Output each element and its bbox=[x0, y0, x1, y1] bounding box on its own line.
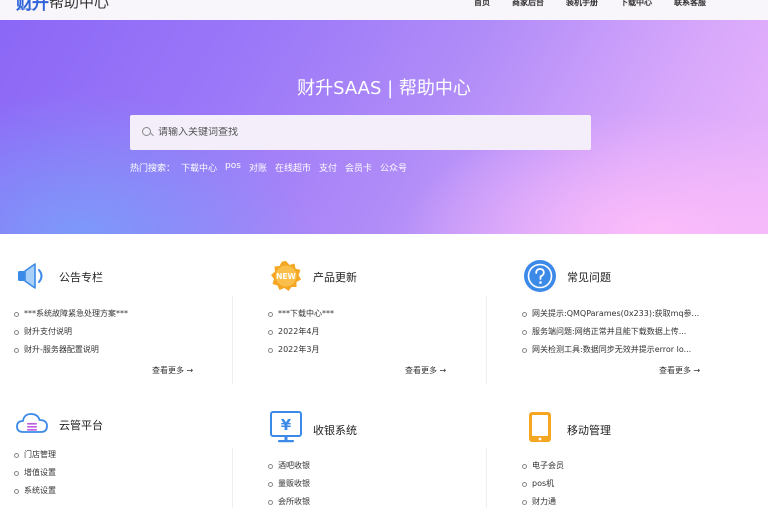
list-item[interactable]: 量贩收银 bbox=[268, 477, 473, 495]
hot-search-link[interactable]: pos bbox=[225, 161, 241, 174]
nav-download-center[interactable]: 下载中心 bbox=[620, 0, 652, 9]
cash-register-icon: ¥ bbox=[270, 411, 302, 443]
list-item[interactable]: 财升支付说明 bbox=[14, 325, 219, 343]
list-item[interactable]: 增值设置 bbox=[14, 466, 219, 484]
search-icon[interactable] bbox=[141, 126, 155, 140]
list-item[interactable]: 财升-服务器配置说明 bbox=[14, 343, 219, 361]
top-nav: 首页 商家后台 装机手册 下载中心 联系客服 bbox=[452, 0, 706, 9]
svg-text:¥: ¥ bbox=[281, 416, 292, 434]
list-item[interactable]: 门店管理 bbox=[14, 448, 219, 466]
section-title: 云管平台 bbox=[59, 419, 103, 432]
new-badge-icon: NEW bbox=[271, 261, 301, 291]
column-divider bbox=[486, 296, 487, 384]
hero-title: 财升SAAS | 帮助中心 bbox=[297, 78, 471, 99]
hot-search-link[interactable]: 支付 bbox=[319, 161, 337, 174]
section-list: 门店管理 增值设置 系统设置 bbox=[14, 448, 219, 502]
hot-search-link[interactable]: 会员卡 bbox=[345, 161, 372, 174]
view-more-link[interactable]: 查看更多 → bbox=[152, 365, 193, 376]
list-item[interactable]: 2022年3月 bbox=[268, 343, 473, 361]
svg-text:NEW: NEW bbox=[276, 272, 296, 281]
search-box[interactable] bbox=[130, 115, 591, 150]
site-logo[interactable]: 财升 CAISHENG 帮助中心 bbox=[16, 0, 110, 14]
list-item[interactable]: pos机 bbox=[522, 477, 707, 495]
view-more-label: 查看更多 bbox=[405, 366, 437, 375]
section-list: ***系统故障紧急处理方案*** 财升支付说明 财升-服务器配置说明 bbox=[14, 307, 219, 361]
tablet-icon bbox=[529, 412, 551, 442]
nav-install-manual[interactable]: 装机手册 bbox=[566, 0, 598, 9]
top-header: 财升 CAISHENG 帮助中心 首页 商家后台 装机手册 下载中心 联系客服 bbox=[0, 0, 768, 20]
list-item[interactable]: 会所收银 bbox=[268, 495, 473, 512]
section-list: 酒吧收银 量贩收银 会所收银 bbox=[268, 459, 473, 512]
view-more-label: 查看更多 bbox=[659, 366, 691, 375]
logo-subtext: CAISHENG bbox=[17, 7, 33, 11]
arrow-right-icon: → bbox=[186, 366, 194, 375]
hot-search-link[interactable]: 下载中心 bbox=[181, 161, 217, 174]
section-title: 移动管理 bbox=[567, 424, 611, 437]
nav-home[interactable]: 首页 bbox=[474, 0, 490, 9]
view-more-link[interactable]: 查看更多 → bbox=[659, 365, 700, 376]
hot-searches: 热门搜索： 下载中心 pos 对账 在线超市 支付 会员卡 公众号 bbox=[130, 161, 415, 174]
section-list: 网关提示:QMQParames(0x233):获取mq参... 服务端问题:网络… bbox=[522, 307, 707, 361]
list-item[interactable]: ***系统故障紧急处理方案*** bbox=[14, 307, 219, 325]
hot-search-link[interactable]: 对账 bbox=[249, 161, 267, 174]
column-divider bbox=[486, 448, 487, 508]
column-divider bbox=[232, 296, 233, 384]
section-title: 产品更新 bbox=[313, 271, 357, 284]
list-item[interactable]: 服务端问题:网络正常并且能下载数据上传... bbox=[522, 325, 707, 343]
list-item[interactable]: 2022年4月 bbox=[268, 325, 473, 343]
arrow-right-icon: → bbox=[439, 366, 447, 375]
column-divider bbox=[232, 448, 233, 508]
hot-search-link[interactable]: 公众号 bbox=[380, 161, 407, 174]
list-item[interactable]: 财力通 bbox=[522, 495, 707, 512]
view-more-link[interactable]: 查看更多 → bbox=[405, 365, 446, 376]
section-title: 收银系统 bbox=[313, 424, 357, 437]
section-list: ***下载中心*** 2022年4月 2022年3月 bbox=[268, 307, 473, 361]
view-more-label: 查看更多 bbox=[152, 366, 184, 375]
hot-search-label: 热门搜索： bbox=[130, 164, 176, 174]
speaker-icon bbox=[18, 263, 43, 289]
section-list: 电子会员 pos机 财力通 bbox=[522, 459, 707, 512]
logo-text: 帮助中心 bbox=[49, 0, 110, 11]
question-icon bbox=[524, 260, 556, 292]
hero-banner: 财升SAAS | 帮助中心 热门搜索： 下载中心 pos 对账 在线超市 支付 … bbox=[0, 20, 768, 234]
list-item[interactable]: 电子会员 bbox=[522, 459, 707, 477]
list-item[interactable]: 网关提示:QMQParames(0x233):获取mq参... bbox=[522, 307, 707, 325]
cloud-icon bbox=[16, 413, 48, 433]
nav-merchant-backend[interactable]: 商家后台 bbox=[512, 0, 544, 9]
search-input[interactable] bbox=[158, 127, 558, 138]
section-title: 公告专栏 bbox=[59, 271, 103, 284]
list-item[interactable]: 系统设置 bbox=[14, 484, 219, 502]
section-title: 常见问题 bbox=[567, 271, 611, 284]
arrow-right-icon: → bbox=[693, 366, 701, 375]
list-item[interactable]: 网关检测工具:数据同步无效并提示error lo... bbox=[522, 343, 707, 361]
hot-search-link[interactable]: 在线超市 bbox=[275, 161, 311, 174]
nav-contact-support[interactable]: 联系客服 bbox=[674, 0, 706, 9]
list-item[interactable]: ***下载中心*** bbox=[268, 307, 473, 325]
list-item[interactable]: 酒吧收银 bbox=[268, 459, 473, 477]
